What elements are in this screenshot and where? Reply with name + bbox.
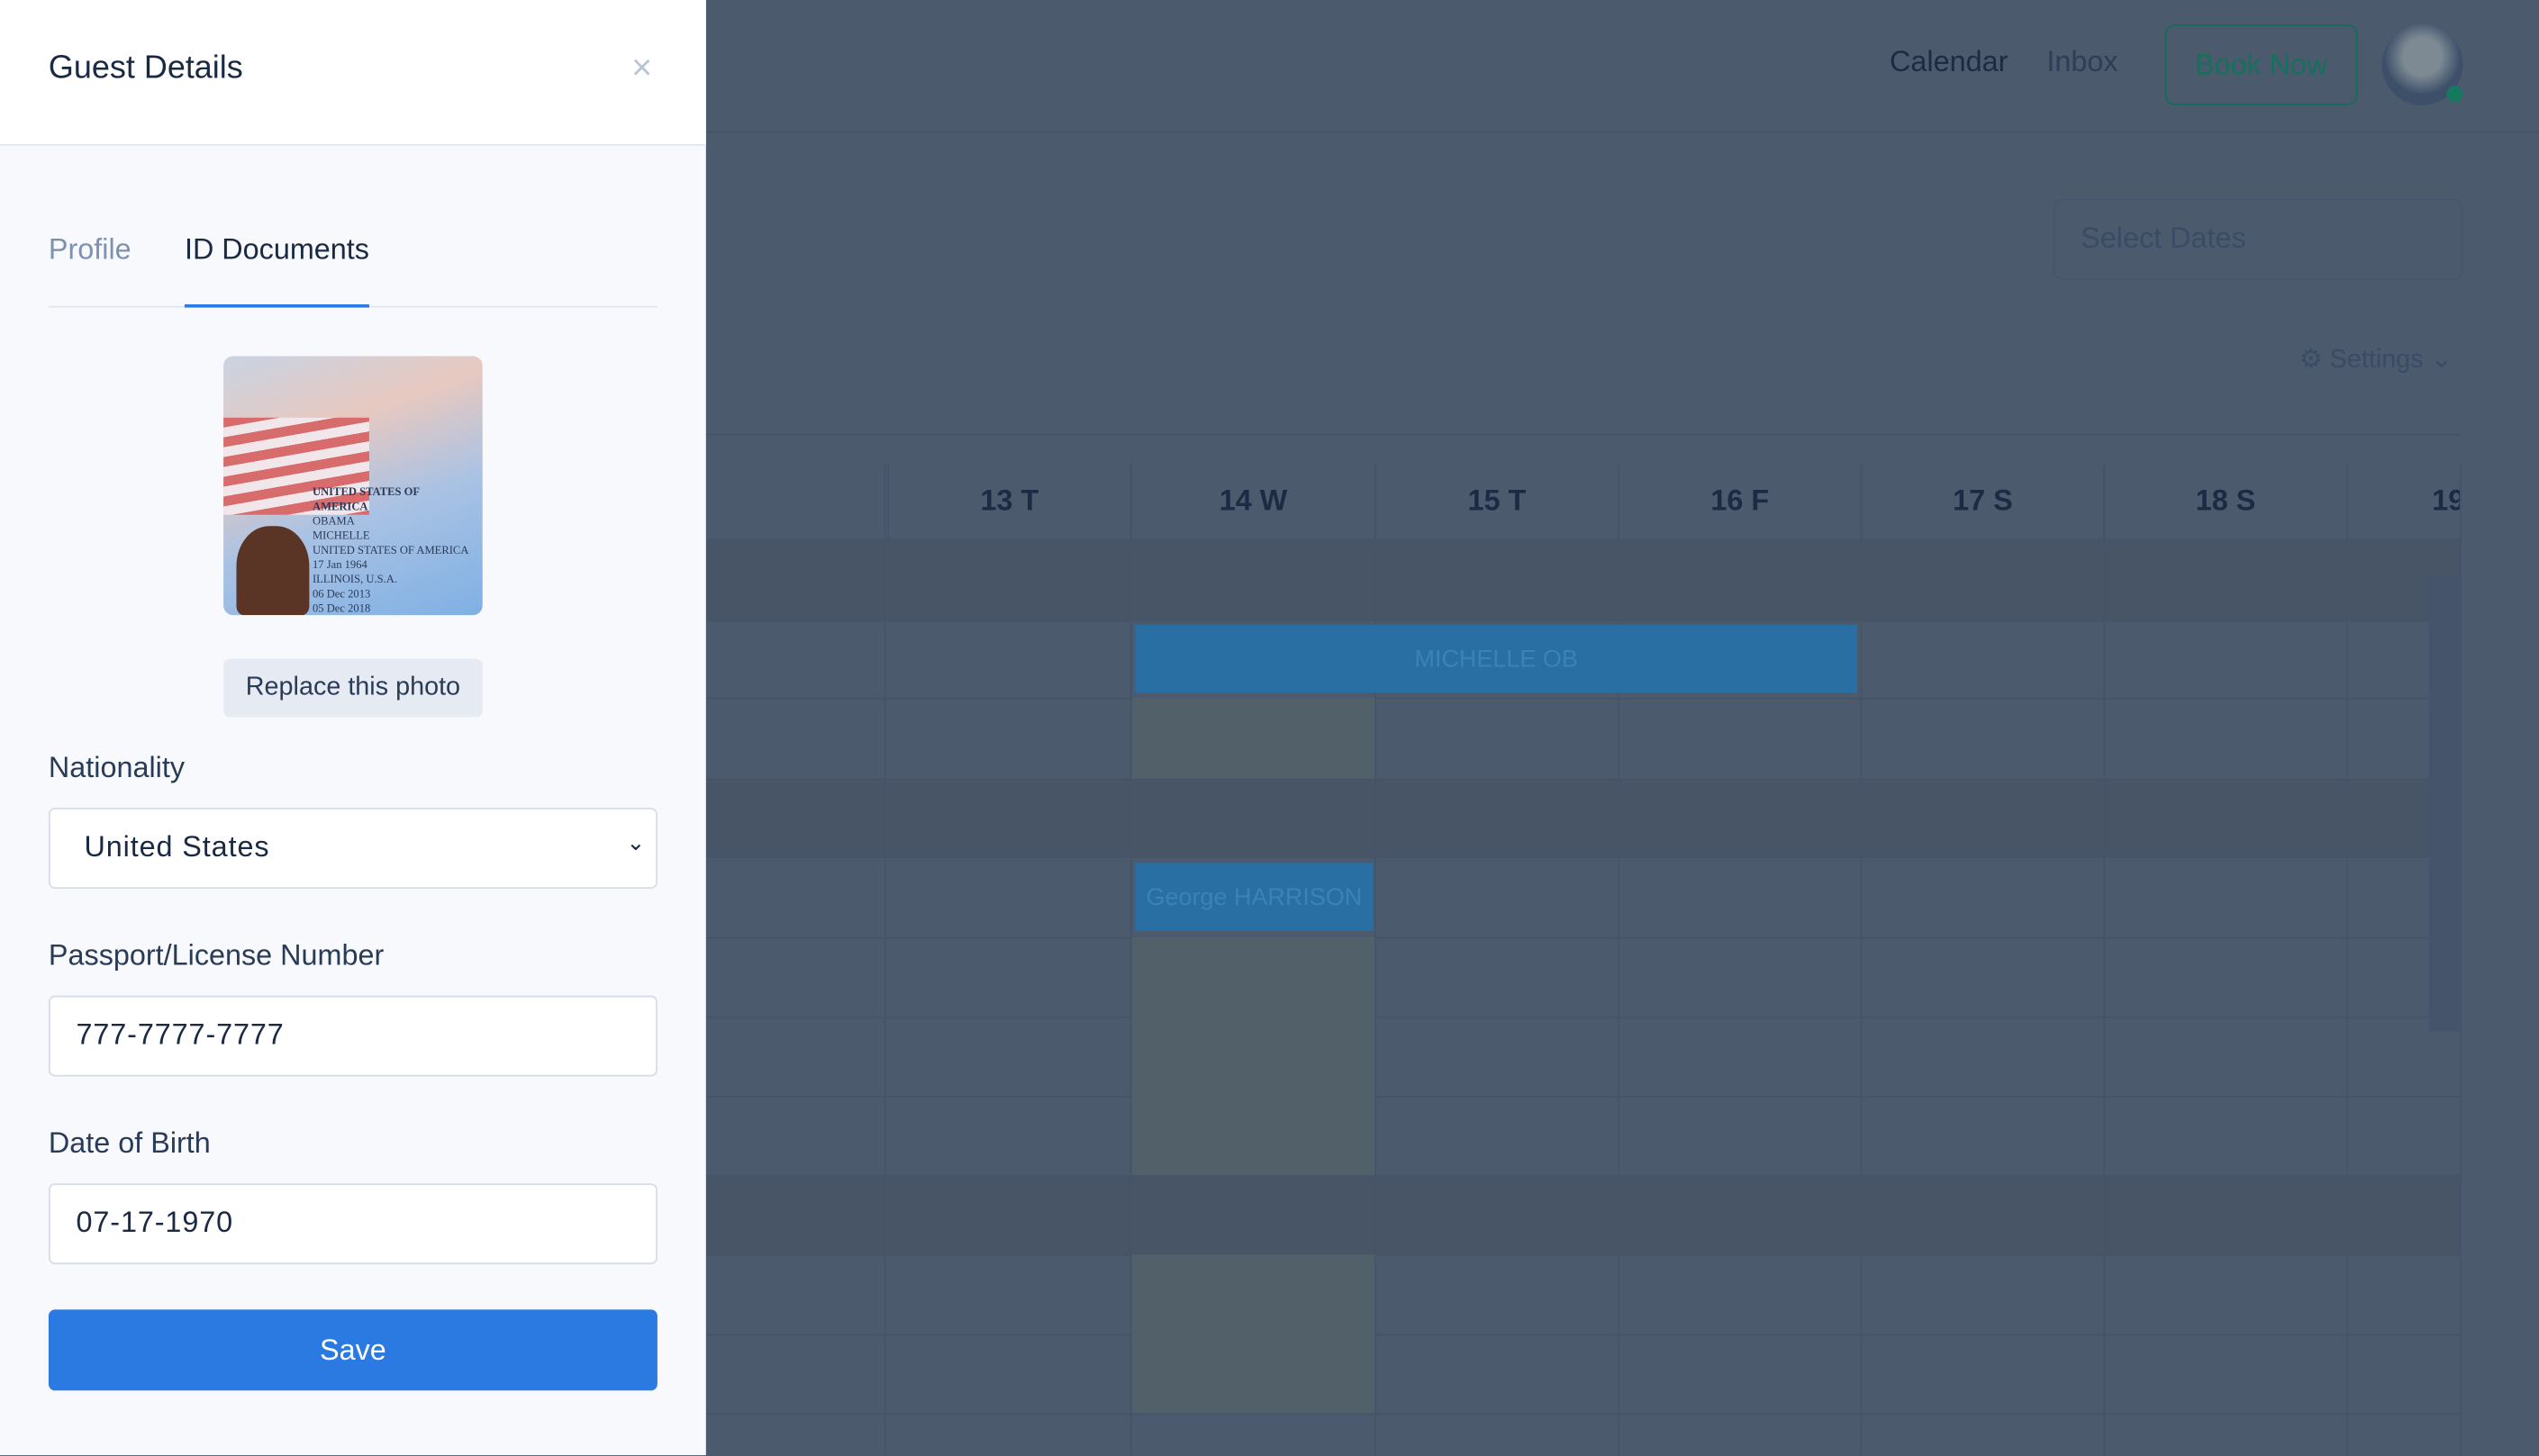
group-row [705,538,2462,620]
save-button[interactable]: Save [48,1309,657,1391]
today-cell [1131,697,1375,779]
close-icon[interactable]: × [631,47,652,89]
chevron-down-icon: ⌄ [626,828,647,855]
chevron-down-icon: ⌄ [2430,346,2453,375]
online-status-dot [2446,86,2463,103]
passport-label: Passport/License Number [48,938,385,972]
dob-label: Date of Birth [48,1126,211,1160]
today-cell [1131,1254,1375,1414]
group-row [705,778,2462,857]
select-dates-input[interactable]: Select Dates [2053,199,2463,281]
booking-george[interactable]: George HARRISON [1135,863,1374,931]
passport-number-input[interactable]: 777-7777-7777 [48,995,657,1077]
tab-id-documents[interactable]: ID Documents [184,233,369,308]
settings-label: Settings [2329,346,2424,375]
passport-photo: UNITED STATES OF AMERICA OBAMA MICHELLE UN… [223,356,483,616]
calendar-grid: 13 T 14 W 15 T 16 F 17 S 18 S 19 MICHELL… [705,433,2462,1456]
nationality-label: Nationality [48,751,186,784]
nationality-select[interactable]: United States ⌄ [48,808,657,889]
day-header: 18 S [2103,463,2346,539]
scrollbar-thumb[interactable] [2428,574,2462,1032]
day-header: 13 T [887,463,1130,539]
nav-calendar[interactable]: Calendar [1890,45,2008,79]
day-header: 16 F [1618,463,1861,539]
date-of-birth-input[interactable]: 07-17-1970 [48,1183,657,1265]
today-cell [1131,936,1375,1176]
day-header: 15 T [1374,463,1618,539]
room-row[interactable] [705,697,2462,779]
room-row[interactable] [705,1413,2462,1455]
nav-inbox[interactable]: Inbox [2046,45,2117,79]
panel-title: Guest Details [48,50,243,86]
guest-details-panel: Guest Details × Profile ID Documents UNI… [0,0,706,1456]
room-row[interactable] [705,856,2462,937]
room-row[interactable] [705,936,2462,1017]
avatar[interactable] [2381,23,2463,105]
day-header: 14 W [1129,463,1374,539]
day-header: 19 [2346,463,2462,539]
room-row[interactable] [705,1254,2462,1334]
room-row[interactable] [705,1334,2462,1413]
scrollbar[interactable] [2428,542,2462,1455]
settings-dropdown[interactable]: ⚙ Settings ⌄ [2299,343,2453,375]
group-row [705,1175,2462,1255]
day-header: 17 S [1860,463,2104,539]
booking-michelle[interactable]: MICHELLE OB [1135,624,1858,693]
room-row[interactable] [705,1096,2462,1175]
book-now-button[interactable]: Book Now [2164,23,2358,105]
tab-profile[interactable]: Profile [49,233,131,308]
gear-icon: ⚙ [2299,346,2323,375]
replace-photo-button[interactable]: Replace this photo [223,658,483,718]
tabs: Profile ID Documents [48,227,657,308]
room-row[interactable] [705,1017,2462,1096]
